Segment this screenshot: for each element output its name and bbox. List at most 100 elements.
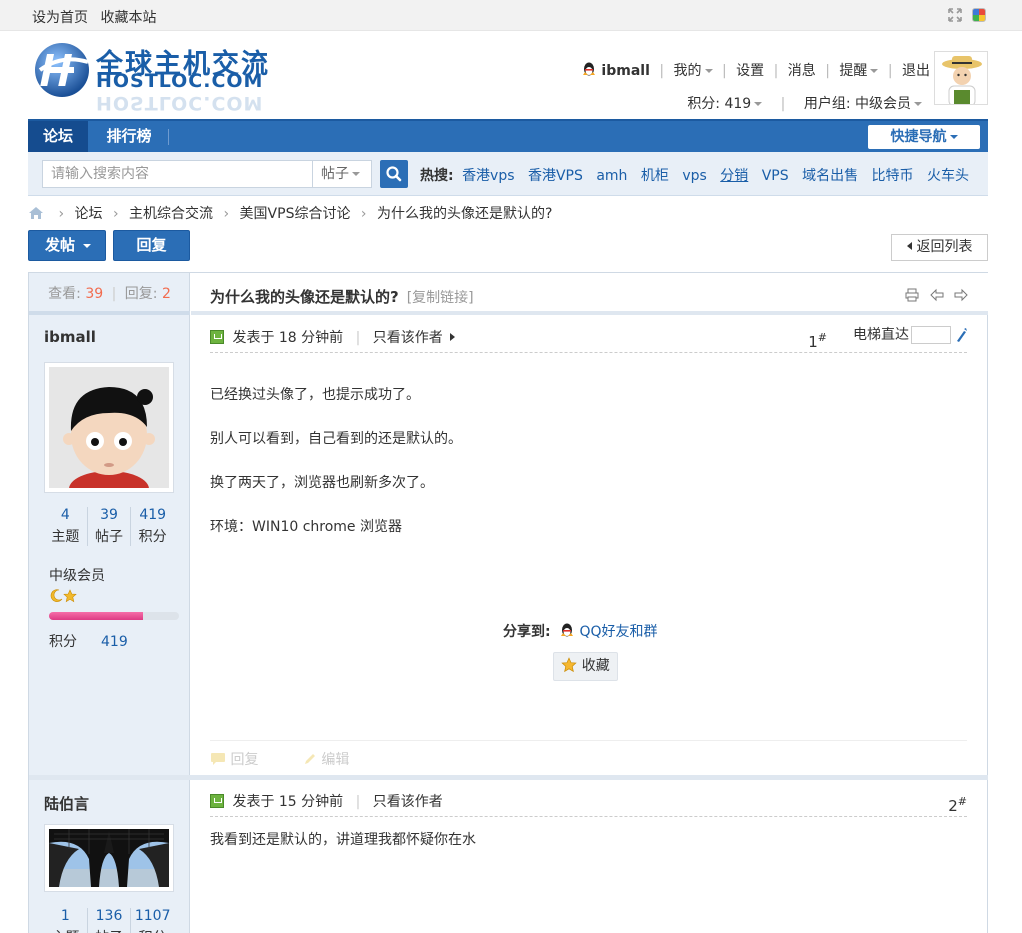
floor-jump-input[interactable]	[911, 326, 951, 344]
only-author-link[interactable]: 只看该作者	[373, 330, 443, 346]
hot-keyword[interactable]: amh	[596, 168, 627, 184]
logo-globe-icon	[35, 43, 89, 97]
prev-thread-icon[interactable]	[929, 288, 944, 302]
search-icon	[386, 166, 402, 182]
thread-subject: 为什么我的头像还是默认的? [复制链接]	[191, 273, 988, 315]
hot-keyword[interactable]: 香港VPS	[528, 168, 583, 184]
quick-nav-button[interactable]: 快捷导航	[868, 125, 980, 149]
post-1: ibmall 4 主题 39 帖子 419 积分 中级会员 积分 419 发表于…	[29, 319, 988, 775]
views-count: 39	[85, 286, 104, 302]
post-content: 我看到还是默认的，讲道理我都怀疑你在水	[210, 832, 476, 848]
tab-forum[interactable]: 论坛	[28, 121, 88, 152]
hot-keyword[interactable]: VPS	[762, 168, 789, 184]
stat-points[interactable]: 1107积分	[130, 908, 174, 933]
post-actions: 回复 编辑	[210, 740, 967, 769]
breadcrumb-category[interactable]: 主机综合交流	[129, 206, 213, 222]
search-button[interactable]	[380, 160, 408, 188]
stat-posts[interactable]: 39 帖子	[86, 507, 131, 546]
breadcrumb-thread[interactable]: 为什么我的头像还是默认的?	[377, 206, 552, 222]
share-qq-link[interactable]: QQ好友和群	[580, 624, 658, 640]
username-link[interactable]: ibmall	[601, 63, 649, 79]
chevron-down-icon	[870, 69, 879, 73]
my-menu[interactable]: 我的	[674, 60, 713, 80]
only-author-link[interactable]: 只看该作者	[373, 794, 443, 810]
chevron-down-icon	[83, 243, 92, 248]
stat-points[interactable]: 419 积分	[130, 507, 174, 546]
set-home-link[interactable]: 设为首页	[32, 10, 88, 26]
top-bar: 设为首页 收藏本站	[0, 0, 1022, 31]
thread-container: 查看: 39 | 回复: 2 为什么我的头像还是默认的? [复制链接] ibmal…	[28, 272, 988, 933]
moon-icon	[50, 589, 63, 602]
usergroup-menu[interactable]: 用户组: 中级会员	[804, 96, 922, 112]
theme-color-icon[interactable]	[972, 8, 986, 22]
post-time: 发表于 15 分钟前	[232, 794, 344, 810]
floor-number[interactable]: 1#	[808, 331, 827, 351]
points-menu[interactable]: 积分: 419	[687, 96, 763, 112]
favorite-button[interactable]: 收藏	[553, 652, 618, 681]
breadcrumb-board[interactable]: 美国VPS综合讨论	[240, 206, 351, 222]
author-avatar[interactable]	[44, 362, 174, 493]
post-author[interactable]: ibmall	[44, 328, 96, 346]
hot-keyword[interactable]: 域名出售	[802, 168, 858, 184]
post-2: 陆伯言 1主题 136帖子 1107积分 发表于 15 分钟前	[29, 780, 988, 933]
stat-posts[interactable]: 136帖子	[86, 908, 131, 933]
messages-link[interactable]: 消息	[788, 60, 816, 80]
search-type-select[interactable]: 帖子	[312, 160, 372, 188]
tab-rank[interactable]: 排行榜	[90, 121, 168, 152]
stat-topics[interactable]: 1主题	[44, 908, 87, 933]
thread-stats: 查看: 39 | 回复: 2	[29, 273, 190, 315]
floor-number[interactable]: 2#	[948, 795, 967, 815]
go-icon[interactable]	[955, 328, 967, 342]
author-stats: 1主题 136帖子 1107积分	[44, 908, 174, 933]
chevron-right-icon	[449, 333, 455, 341]
back-to-list-button[interactable]: 返回列表	[891, 234, 988, 261]
fullscreen-icon[interactable]	[948, 8, 962, 22]
chevron-down-icon	[704, 69, 713, 73]
hot-keyword[interactable]: 火车头	[927, 168, 969, 184]
hot-search: 热搜: 香港vps 香港VPS amh 机柜 vps 分销 VPS 域名出售 比…	[420, 165, 978, 185]
hot-keyword[interactable]: 分销	[720, 168, 748, 184]
user-avatar[interactable]	[934, 51, 988, 105]
breadcrumb-forum[interactable]: 论坛	[75, 206, 103, 222]
search-input[interactable]: 请输入搜索内容	[42, 160, 312, 188]
top-links: 设为首页 收藏本站	[32, 7, 164, 27]
post-content: 已经换过头像了，也提示成功了。 别人可以看到，自己看到的还是默认的。 换了两天了…	[210, 387, 462, 535]
star-icon	[63, 589, 77, 603]
main-nav: 论坛 排行榜 快捷导航	[28, 119, 988, 152]
logout-link[interactable]: 退出	[902, 60, 930, 80]
hot-keyword[interactable]: 机柜	[641, 168, 669, 184]
level-progress-bar	[49, 612, 179, 620]
user-level[interactable]: 中级会员	[49, 565, 105, 585]
post-meta: 发表于 15 分钟前 | 只看该作者 2#	[210, 791, 967, 817]
post-author[interactable]: 陆伯言	[44, 793, 89, 814]
copy-link[interactable]: [复制链接]	[407, 290, 474, 306]
bookmark-link[interactable]: 收藏本站	[100, 10, 156, 26]
chevron-left-icon	[906, 242, 912, 250]
comment-icon	[211, 753, 225, 765]
next-thread-icon[interactable]	[954, 288, 968, 302]
home-icon[interactable]	[28, 206, 44, 220]
site-logo[interactable]: 全球主机交流 HOSTLOC.COM HOSTLOC.COM	[32, 40, 282, 114]
settings-link[interactable]: 设置	[736, 60, 764, 80]
author-avatar[interactable]	[44, 824, 174, 892]
chevron-down-icon	[754, 102, 763, 106]
post-edit-button[interactable]: 编辑	[303, 752, 369, 768]
print-icon[interactable]	[905, 288, 919, 302]
pencil-icon	[304, 754, 315, 764]
new-post-button[interactable]: 发帖	[28, 230, 106, 261]
hot-keyword[interactable]: 比特币	[872, 168, 914, 184]
post-status-icon	[210, 794, 224, 808]
post-reply-button[interactable]: 回复	[210, 752, 283, 768]
post-time: 发表于 18 分钟前	[232, 330, 344, 346]
hot-keyword[interactable]: vps	[682, 168, 706, 184]
hot-search-label: 热搜:	[420, 168, 454, 184]
chevron-down-icon	[949, 135, 958, 139]
reminders-menu[interactable]: 提醒	[839, 60, 879, 80]
hot-keyword[interactable]: 香港vps	[462, 168, 514, 184]
logo-text-en: HOSTLOC.COM	[96, 70, 264, 92]
reply-button[interactable]: 回复	[113, 230, 190, 261]
stat-topics[interactable]: 4 主题	[44, 507, 87, 546]
author-stats: 4 主题 39 帖子 419 积分	[44, 507, 174, 546]
logo-reflection: HOSTLOC.COM	[96, 92, 264, 114]
post-status-icon	[210, 330, 224, 344]
